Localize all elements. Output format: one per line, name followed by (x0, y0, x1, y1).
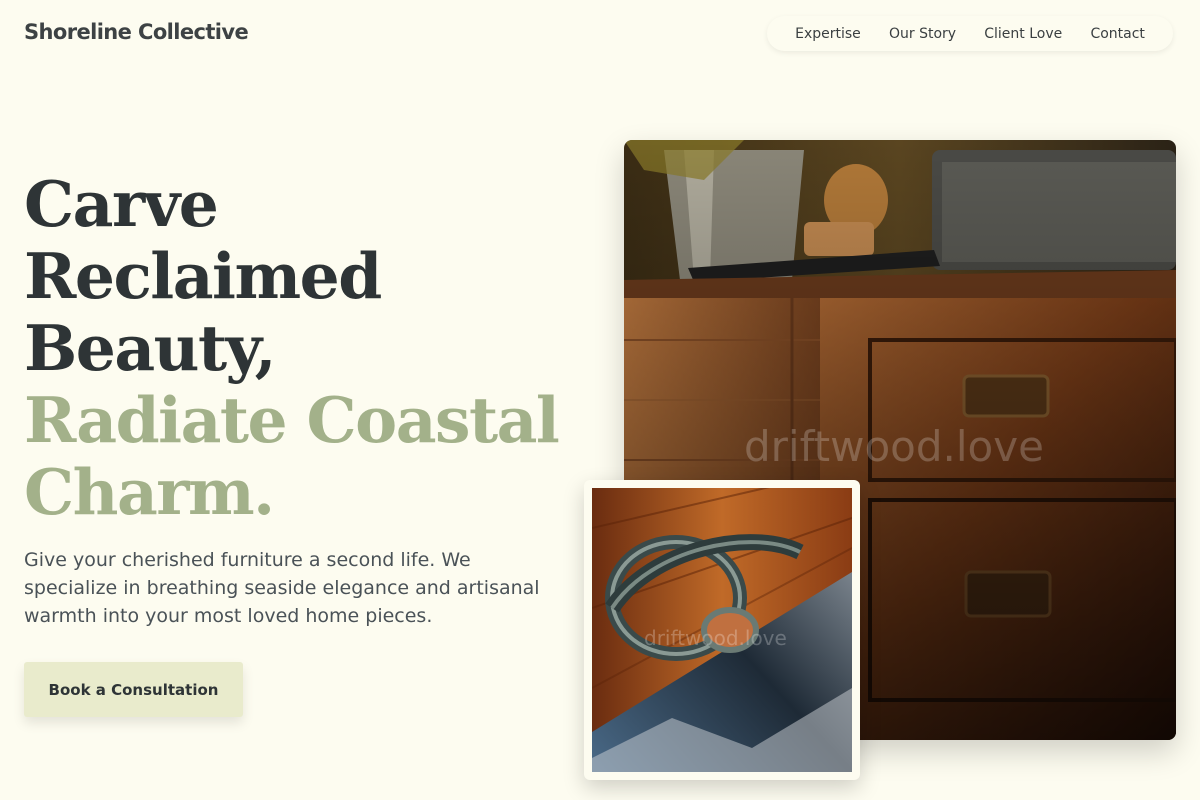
book-consultation-button[interactable]: Book a Consultation (24, 662, 243, 717)
dresser-photo-watermark: driftwood.love (744, 422, 1044, 471)
nav-item-our-story[interactable]: Our Story (889, 26, 956, 42)
headline-line-2: Reclaimed (24, 239, 382, 313)
headline-accent-line-1: Radiate Coastal (24, 383, 560, 457)
headline-line-1: Carve (24, 167, 219, 241)
handle-photo-watermark: driftwood.love (644, 626, 787, 650)
hero-description: Give your cherished furniture a second l… (24, 549, 540, 627)
brand-logo[interactable]: Shoreline Collective (24, 20, 249, 44)
drawer-handle-photo: driftwood.love (592, 488, 852, 772)
nav-item-expertise[interactable]: Expertise (795, 26, 861, 42)
nav-item-contact[interactable]: Contact (1090, 26, 1144, 42)
hero-headline: Carve Reclaimed Beauty, Radiate Coastal … (24, 167, 560, 529)
nav-item-client-love[interactable]: Client Love (984, 26, 1062, 42)
headline-accent-line-2: Charm. (24, 455, 275, 529)
headline-line-3: Beauty, (24, 311, 277, 385)
drawer-handle-photo-frame: driftwood.love (584, 480, 860, 780)
main-nav: Expertise Our Story Client Love Contact (767, 16, 1173, 51)
